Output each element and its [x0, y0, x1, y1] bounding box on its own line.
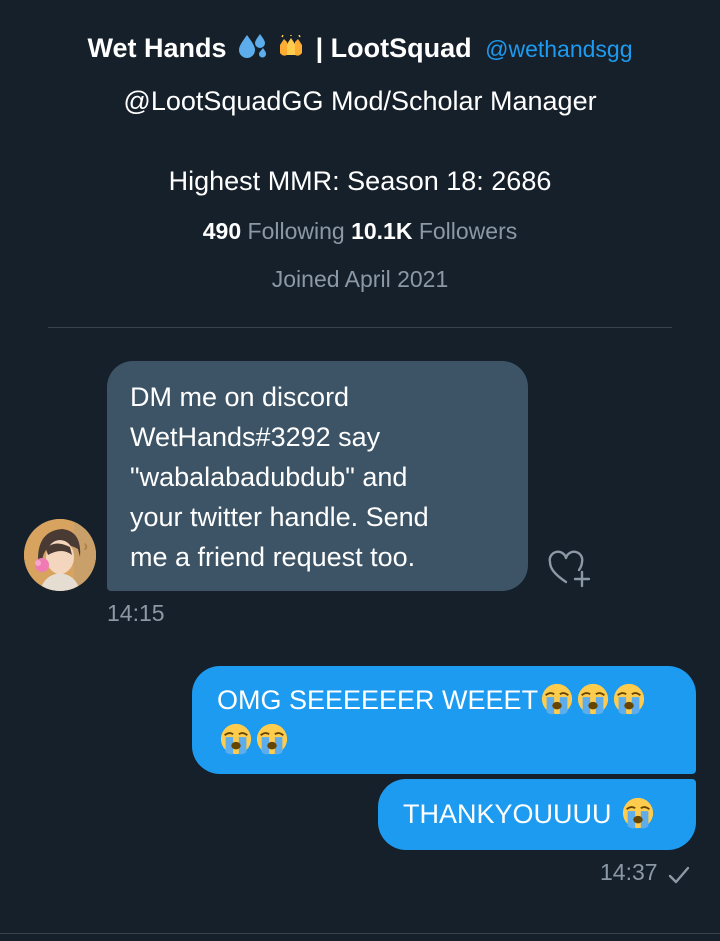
message-emoji-line	[217, 720, 676, 760]
sent-check-icon	[668, 866, 690, 884]
followers-label: Followers	[418, 218, 518, 244]
message-text-line: OMG SEEEEEER WEEET	[217, 680, 676, 720]
outgoing-message-bubble[interactable]: OMG SEEEEEER WEEET	[192, 666, 696, 774]
message-text: OMG SEEEEEER WEEET	[217, 685, 539, 715]
loudly-crying-face-icon	[540, 682, 574, 716]
sweat-droplets-icon	[238, 32, 270, 68]
profile-stats: 490 Following 10.1K Followers	[0, 214, 720, 248]
loudly-crying-face-icon	[612, 682, 646, 716]
followers-count: 10.1K	[351, 218, 413, 244]
dm-conversation-screen: Wet Hands | LootSquad @wethandsgg @LootS…	[0, 0, 720, 941]
heart-plus-icon	[548, 550, 591, 588]
composer-divider	[0, 933, 720, 934]
message-text-line: DM me on discord	[130, 382, 350, 412]
loudly-crying-face-icon	[576, 682, 610, 716]
divider	[48, 327, 672, 328]
message-timestamp: 14:37	[600, 859, 658, 885]
loudly-crying-face-icon	[219, 722, 253, 756]
add-reaction-button[interactable]	[546, 548, 594, 588]
following-count: 490	[202, 218, 242, 244]
following-link[interactable]: 490 Following	[203, 218, 345, 244]
following-label: Following	[247, 218, 345, 244]
display-name[interactable]: Wet Hands	[88, 33, 227, 63]
message-text-line: me a friend request too.	[130, 542, 416, 572]
message-text-line: your twitter handle. Send	[130, 502, 429, 532]
message-text-line: "wabalabadubdub" and	[130, 462, 408, 492]
loudly-crying-face-icon	[255, 722, 289, 756]
profile-bio-line2: Highest MMR: Season 18: 2686	[168, 166, 552, 196]
joined-date: Joined April 2021	[271, 266, 449, 292]
svg-text:》: 》	[84, 543, 91, 551]
message-timestamp: 14:15	[107, 600, 165, 626]
outgoing-message-bubble[interactable]: THANKYOUUUU	[378, 779, 696, 850]
profile-handle[interactable]: @wethandsgg	[485, 36, 632, 62]
profile-bio-line1: @LootSquadGG Mod/Scholar Manager	[123, 86, 597, 116]
loudly-crying-face-icon	[621, 796, 655, 830]
incoming-message-bubble[interactable]: DM me on discord WetHands#3292 say "waba…	[107, 361, 528, 591]
message-text-line: WetHands#3292 say	[130, 422, 381, 452]
raised-hands-icon	[278, 32, 304, 68]
followers-link[interactable]: 10.1K Followers	[351, 218, 517, 244]
display-name-suffix[interactable]: | LootSquad	[316, 33, 472, 63]
profile-name-line: Wet Hands | LootSquad @wethandsgg	[0, 30, 720, 68]
message-text: THANKYOUUUU	[403, 799, 612, 829]
avatar[interactable]: 》	[24, 519, 96, 591]
